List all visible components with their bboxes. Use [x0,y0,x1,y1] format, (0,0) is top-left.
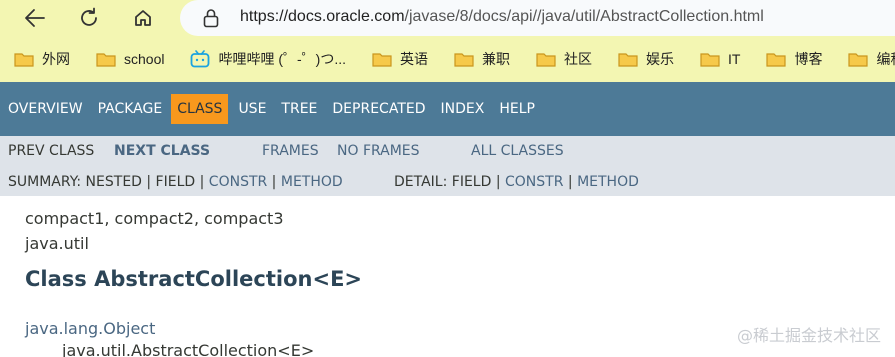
folder-icon [848,53,869,67]
folder-icon [536,53,556,67]
home-button[interactable] [125,0,161,36]
url-text[interactable]: https://docs.oracle.com/javase/8/docs/ap… [240,8,764,26]
bookmark-folder[interactable]: school [96,51,164,67]
bookmark-link[interactable]: 哔哩哔哩 (゜-゜)つ... [190,49,346,69]
bilibili-icon [191,50,210,68]
arrow-left-icon [25,9,45,27]
summary-method-link[interactable]: METHOD [281,174,343,190]
nav-use[interactable]: USE [238,101,266,117]
folder-icon [618,53,638,67]
browser-toolbar: https://docs.oracle.com/javase/8/docs/ap… [0,0,895,36]
frames-link[interactable]: FRAMES [262,143,319,159]
bookmark-folder[interactable]: 娱乐 [618,49,674,69]
watermark: @稀土掘金技术社区 [736,326,881,345]
nav-package[interactable]: PACKAGE [98,101,163,117]
nav-overview[interactable]: OVERVIEW [8,101,83,117]
reload-button[interactable] [71,0,107,36]
bookmark-folder[interactable]: 博客 [766,49,822,69]
parent-class-link[interactable]: java.lang.Object [25,319,155,338]
detail-constr-link[interactable]: CONSTR [505,174,563,190]
home-icon [135,10,151,26]
nav-tree[interactable]: TREE [281,101,317,117]
bookmark-folder[interactable]: 兼职 [454,49,510,69]
reload-icon [81,7,97,26]
lock-icon[interactable] [202,8,220,28]
all-classes-link[interactable]: ALL CLASSES [471,143,564,159]
javadoc-top-nav: OVERVIEW PACKAGE CLASS USE TREE DEPRECAT… [0,82,895,136]
back-button[interactable] [17,0,53,36]
current-class-text: java.util.AbstractCollection<E> [62,341,315,357]
profiles-text: compact1, compact2, compact3 [25,209,284,228]
folder-icon [96,53,116,67]
folder-icon [454,53,474,67]
bookmark-folder[interactable]: 社区 [536,49,592,69]
folder-icon [700,53,720,67]
next-class-link[interactable]: NEXT CLASS [114,143,210,159]
no-frames-link[interactable]: NO FRAMES [337,143,420,159]
bookmark-folder[interactable]: 英语 [372,49,428,69]
detail-method-link[interactable]: METHOD [577,174,639,190]
bookmark-folder[interactable]: 编程 [848,49,895,69]
prev-class-label: PREV CLASS [8,143,95,159]
javadoc-sub-nav: PREV CLASS NEXT CLASS FRAMES NO FRAMES A… [0,136,895,196]
nav-index[interactable]: INDEX [441,101,485,117]
summary-constr-link[interactable]: CONSTR [209,174,267,190]
page-title: Class AbstractCollection<E> [25,267,363,291]
nav-help[interactable]: HELP [499,101,535,117]
detail-nav: DETAIL: FIELD | CONSTR | METHOD [394,174,639,190]
nav-class-active: CLASS [171,94,229,124]
folder-icon [766,53,787,67]
bookmark-folder[interactable]: IT [700,51,740,67]
folder-icon [14,53,34,67]
folder-icon [372,53,392,67]
package-name: java.util [25,234,89,253]
bookmarks-bar: 外网 school 哔哩哔哩 (゜-゜)つ... 英语 兼职 社区 娱乐 IT … [0,36,895,82]
nav-deprecated[interactable]: DEPRECATED [332,101,425,117]
summary-nav: SUMMARY: NESTED | FIELD | CONSTR | METHO… [8,174,343,190]
bookmark-folder[interactable]: 外网 [14,49,70,69]
